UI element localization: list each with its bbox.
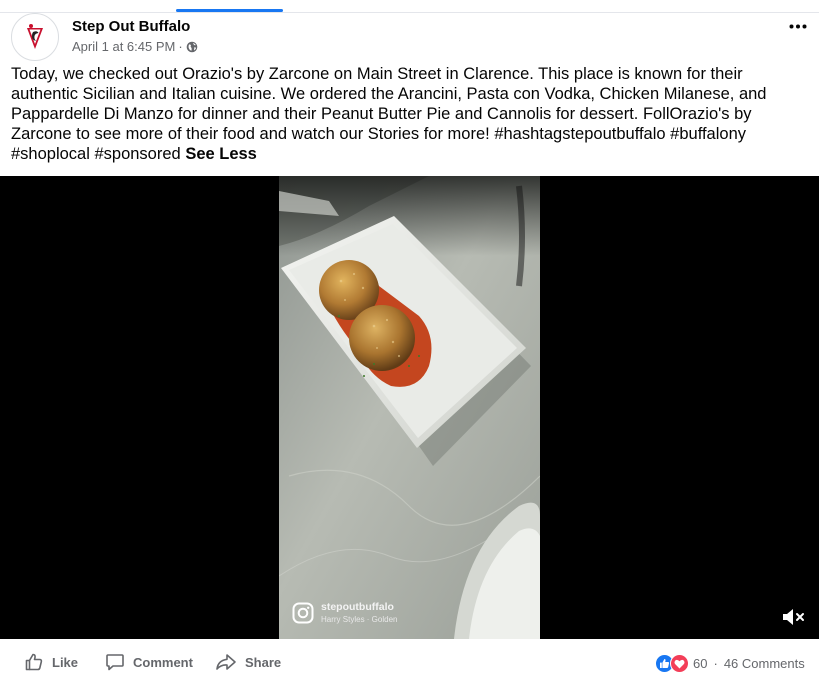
globe-icon bbox=[186, 41, 197, 52]
caption-text: Today, we checked out Orazio's by Zarcon… bbox=[11, 65, 767, 163]
watermark-song: Harry Styles · Golden bbox=[321, 615, 398, 624]
reaction-summary: 60 · 46 Comments bbox=[655, 654, 805, 673]
muted-speaker-icon bbox=[783, 609, 804, 625]
arancini-video-image bbox=[279, 176, 540, 639]
like-label: Like bbox=[52, 654, 79, 670]
step-out-buffalo-logo-icon bbox=[13, 15, 57, 59]
comment-count[interactable]: 46 Comments bbox=[724, 656, 805, 671]
unmute-button[interactable] bbox=[780, 605, 806, 629]
like-button[interactable]: Like bbox=[24, 652, 78, 672]
watermark-handle: stepoutbuffalo bbox=[321, 601, 394, 613]
meta-separator: · bbox=[178, 39, 183, 54]
comment-label: Comment bbox=[133, 654, 193, 670]
active-tab-indicator bbox=[176, 9, 283, 12]
post-caption: Today, we checked out Orazio's by Zarcon… bbox=[11, 64, 811, 164]
top-tab-strip bbox=[0, 0, 819, 13]
ellipsis-icon bbox=[789, 24, 807, 28]
love-reaction-icon[interactable] bbox=[670, 654, 689, 673]
post-meta: April 1 at 6:45 PM · bbox=[72, 39, 198, 54]
more-options-button[interactable] bbox=[786, 18, 810, 34]
instagram-icon bbox=[292, 602, 314, 623]
share-button[interactable]: Share bbox=[215, 652, 281, 672]
see-less-link[interactable]: See Less bbox=[185, 145, 257, 163]
author-name[interactable]: Step Out Buffalo bbox=[72, 18, 190, 35]
video-player[interactable]: stepoutbuffalo Harry Styles · Golden bbox=[0, 176, 819, 639]
instagram-watermark: stepoutbuffalo Harry Styles · Golden bbox=[292, 601, 397, 624]
comment-icon bbox=[106, 654, 124, 671]
post-header: Step Out Buffalo April 1 at 6:45 PM · bbox=[11, 13, 811, 61]
stats-separator: · bbox=[713, 656, 718, 671]
share-label: Share bbox=[245, 654, 282, 670]
thumbs-up-icon bbox=[25, 653, 43, 671]
post-timestamp[interactable]: April 1 at 6:45 PM bbox=[72, 39, 175, 54]
video-frame: stepoutbuffalo Harry Styles · Golden bbox=[279, 176, 540, 639]
like-reaction-glyph-icon bbox=[660, 659, 670, 668]
comment-button[interactable]: Comment bbox=[105, 652, 193, 672]
heart-glyph-icon bbox=[674, 659, 685, 668]
reaction-count[interactable]: 60 bbox=[693, 656, 707, 671]
post-action-bar: Like Comment Share 60 · 46 Comments bbox=[0, 639, 819, 685]
share-icon bbox=[216, 654, 236, 670]
avatar[interactable] bbox=[11, 13, 59, 61]
